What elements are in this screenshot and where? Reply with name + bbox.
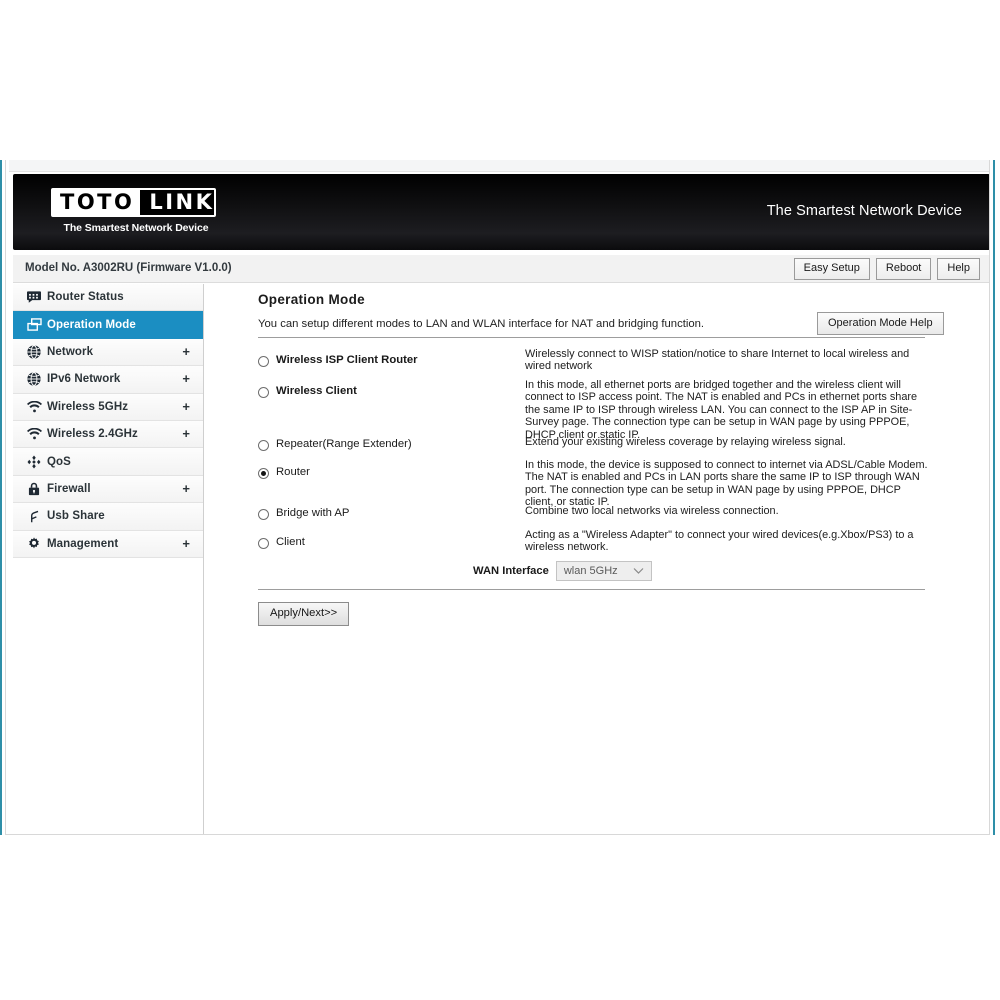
model-info-text: Model No. A3002RU (Firmware V1.0.0) (25, 262, 232, 274)
logo-tagline: The Smartest Network Device (63, 222, 209, 234)
help-button[interactable]: Help (937, 258, 980, 280)
mode-description-bridge-with-ap: Combine two local networks via wireless … (525, 505, 779, 517)
expand-plus-icon[interactable]: + (182, 400, 190, 413)
lock-icon (21, 482, 47, 496)
apply-next-button[interactable]: Apply/Next>> (258, 602, 350, 626)
windows-layers-icon (21, 318, 47, 331)
globe-icon (21, 345, 47, 359)
radio-wireless-client[interactable] (258, 387, 269, 398)
sidebar-item-label: QoS (47, 455, 71, 468)
globe-icon (21, 372, 47, 387)
radio-client[interactable] (258, 538, 269, 549)
sidebar-item-management[interactable]: Management + (13, 530, 203, 558)
page-inner: TOTO LINK The Smartest Network Device Th… (5, 160, 990, 835)
expand-plus-icon[interactable]: + (182, 537, 190, 550)
diamonds-icon (21, 455, 47, 469)
sidebar-filler (13, 557, 203, 658)
sidebar-item-firewall[interactable]: Firewall + (13, 475, 203, 504)
sidebar-item-usb-share[interactable]: Usb Share (13, 503, 203, 531)
wan-interface-label: WAN Interface (473, 565, 549, 577)
mode-label-wireless-client: Wireless Client (276, 385, 357, 397)
mode-label-bridge-with-ap: Bridge with AP (276, 507, 350, 519)
radio-wireless-isp-client-router[interactable] (258, 356, 269, 367)
expand-plus-icon[interactable]: + (182, 427, 190, 440)
expand-plus-icon[interactable]: + (182, 345, 190, 358)
expand-plus-icon[interactable]: + (182, 482, 190, 495)
operation-mode-help-button[interactable]: Operation Mode Help (817, 312, 944, 335)
usb-branch-icon (21, 509, 47, 523)
logo-text-link: LINK (140, 190, 214, 215)
mode-description-repeater-range-extender: Extend your existing wireless coverage b… (525, 436, 846, 448)
divider-bottom (258, 589, 925, 590)
main-content: Operation Mode You can setup different m… (205, 284, 989, 834)
sidebar-item-label: Management (47, 537, 119, 550)
sidebar-item-label: Usb Share (47, 510, 105, 523)
sidebar-item-network[interactable]: Network + (13, 338, 203, 367)
wan-interface-row: WAN Interface wlan 5GHz (473, 561, 652, 581)
reboot-button[interactable]: Reboot (875, 258, 932, 280)
wifi-icon (21, 428, 47, 440)
mode-description-client: Acting as a "Wireless Adapter" to connec… (525, 529, 914, 554)
sidebar-item-label: Firewall (47, 482, 91, 495)
page-title: Operation Mode (258, 292, 365, 307)
brand-header: TOTO LINK The Smartest Network Device Th… (13, 174, 989, 250)
gear-icon (21, 537, 47, 551)
wifi-icon (21, 400, 47, 413)
sidebar-item-router-status[interactable]: Router Status (13, 284, 203, 312)
chevron-down-icon (633, 566, 644, 578)
divider-top (258, 337, 925, 338)
router-admin-page: TOTO LINK The Smartest Network Device Th… (0, 160, 995, 835)
brand-logo: TOTO LINK The Smartest Network Device (51, 188, 221, 234)
sidebar-item-qos[interactable]: QoS (13, 448, 203, 476)
mode-label-client: Client (276, 536, 305, 548)
easy-setup-button[interactable]: Easy Setup (793, 258, 870, 280)
sidebar-item-label: IPv6 Network (47, 373, 121, 386)
wan-interface-select[interactable]: wlan 5GHz (555, 561, 652, 581)
sidebar-item-label: Router Status (47, 291, 124, 304)
mode-label-repeater-range-extender: Repeater(Range Extender) (276, 438, 412, 450)
sidebar-item-label: Wireless 2.4GHz (47, 428, 138, 441)
sidebar-item-wireless-2-4ghz[interactable]: Wireless 2.4GHz + (13, 420, 203, 449)
header-tagline: The Smartest Network Device (766, 203, 962, 219)
sidebar-item-operation-mode[interactable]: Operation Mode (13, 311, 203, 339)
model-bar-buttons: Easy Setup Reboot Help (793, 258, 980, 280)
mode-description-router: In this mode, the device is supposed to … (525, 459, 928, 509)
model-bar: Model No. A3002RU (Firmware V1.0.0) Easy… (13, 255, 989, 283)
logo-text-toto: TOTO (53, 190, 141, 215)
logo-box: TOTO LINK (51, 188, 216, 217)
radio-bridge-with-ap[interactable] (258, 509, 269, 520)
mode-description-wireless-isp-client-router: Wirelessly connect to WISP station/notic… (525, 348, 910, 373)
browser-top-strip (9, 160, 989, 172)
page-description: You can setup different modes to LAN and… (258, 318, 705, 330)
wan-interface-value: wlan 5GHz (563, 565, 618, 577)
sidebar-item-label: Network (47, 345, 94, 358)
sidebar-item-label: Wireless 5GHz (47, 400, 129, 413)
speech-bubble-icon (21, 291, 47, 303)
radio-repeater-range-extender[interactable] (258, 440, 269, 451)
mode-label-wireless-isp-client-router: Wireless ISP Client Router (276, 354, 418, 366)
expand-plus-icon[interactable]: + (182, 372, 190, 385)
sidebar-item-ipv6-network[interactable]: IPv6 Network + (13, 366, 203, 394)
body-split: Router Status Operation Mode Network + IPv6 … (9, 284, 989, 834)
mode-label-router: Router (276, 466, 310, 478)
sidebar-nav: Router Status Operation Mode Network + IPv6 … (13, 284, 204, 834)
radio-router[interactable] (258, 468, 269, 479)
sidebar-item-label: Operation Mode (47, 318, 136, 331)
mode-description-wireless-client: In this mode, all ethernet ports are bri… (525, 379, 918, 441)
sidebar-item-wireless-5ghz[interactable]: Wireless 5GHz + (13, 393, 203, 421)
